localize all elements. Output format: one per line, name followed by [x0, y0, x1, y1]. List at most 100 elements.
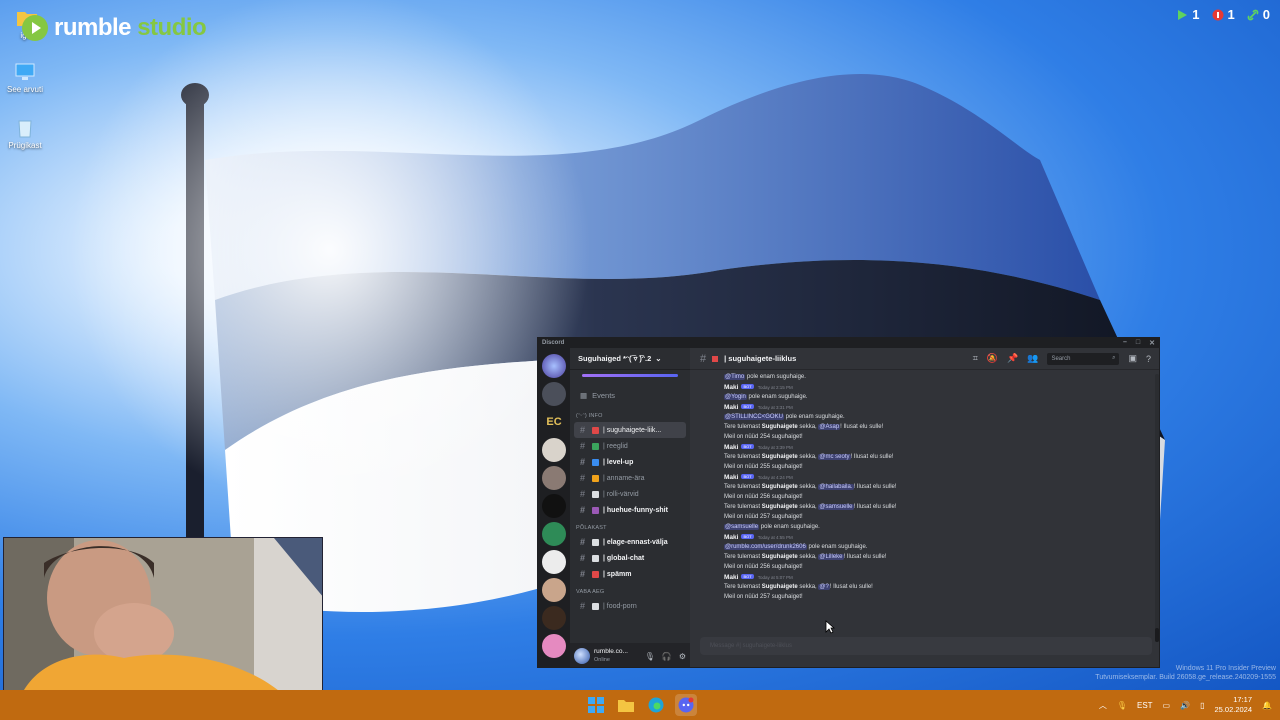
discord-titlebar: Discord – □ ✕ [538, 338, 1159, 348]
server-icon[interactable] [542, 522, 566, 546]
volume-icon[interactable]: 🔊 [1180, 701, 1190, 710]
server-icon[interactable] [542, 634, 566, 658]
server-icon[interactable] [542, 382, 566, 406]
message-author[interactable]: Maki [724, 404, 738, 411]
server-name-bold: Suguhaigete [761, 424, 798, 430]
play-icon [1178, 9, 1188, 20]
language-indicator[interactable]: EST [1137, 701, 1153, 710]
server-icon[interactable]: EC [542, 410, 566, 434]
message-author[interactable]: Maki [724, 444, 738, 451]
chevron-up-icon[interactable]: ︿ [1099, 700, 1107, 711]
message-author[interactable]: Maki [724, 384, 738, 391]
user-mention[interactable]: @samsuelle [724, 524, 760, 530]
guild-header[interactable]: Suguhaiged *ᵔ(͡ ▿ ͡)ᵔ.2 ⌄ [570, 348, 690, 370]
user-mention[interactable]: @rumble.com/user/drunk2606 [724, 544, 807, 550]
message-text: ! Ilusat elu sulle! [840, 424, 884, 430]
edge-icon[interactable] [645, 694, 667, 716]
desktop-icon-label: Prügikast [8, 141, 42, 150]
channel-emoji-icon [592, 554, 599, 562]
message-line: @Yogin pole enam suguhaige. [724, 392, 1153, 402]
channel-food-porn[interactable]: # | food-porn [574, 598, 686, 614]
user-mention[interactable]: @samsuelle [818, 504, 854, 510]
message-author[interactable]: Maki [724, 534, 738, 541]
message-input[interactable]: Message #| suguhaigete-liiklus [700, 637, 1152, 655]
maximize-icon[interactable]: □ [1136, 339, 1140, 347]
windows-start-icon[interactable] [585, 694, 607, 716]
message-text: pole enam suguhaige. [745, 374, 806, 380]
chat-scrollbar[interactable] [1155, 374, 1159, 642]
channel-level-up[interactable]: # | level-up [574, 454, 686, 470]
server-icon[interactable] [542, 354, 566, 378]
user-mention[interactable]: @Asap [818, 424, 841, 430]
headphones-icon[interactable]: 🎧 [662, 652, 672, 661]
events-item[interactable]: ▦ Events [570, 377, 690, 406]
minimize-icon[interactable]: – [1123, 339, 1127, 347]
channel-reeglid[interactable]: # | reeglid [574, 438, 686, 454]
message-timestamp: Today at 3:31 PM [757, 405, 793, 410]
scrollbar-thumb[interactable] [1155, 628, 1159, 642]
server-icon[interactable] [542, 466, 566, 490]
channel-header: # | suguhaigete-liiklus ⌗ 🔕 📌 👥 Search ⌕… [690, 348, 1159, 370]
search-input[interactable]: Search ⌕ [1047, 352, 1120, 365]
message-author[interactable]: Maki [724, 474, 738, 481]
user-mention[interactable]: @Timo [724, 374, 746, 380]
channel-spamm[interactable]: # | spämm [574, 566, 686, 582]
hash-icon: # [580, 553, 586, 563]
user-mention[interactable]: @? [818, 584, 830, 590]
message-text: Meil on nüüd 256 suguhaiget! [724, 564, 803, 570]
inbox-icon[interactable]: ▣ [1128, 353, 1137, 364]
threads-icon[interactable]: ⌗ [973, 353, 978, 364]
message-text: ! Ilusat elu sulle! [843, 554, 887, 560]
chevron-down-icon: ⌄ [655, 354, 662, 363]
channel-suguhaigete-liiklus[interactable]: # | suguhaigete-liik... [574, 422, 686, 438]
message-text: Meil on nüüd 255 suguhaiget! [724, 464, 803, 470]
close-icon[interactable]: ✕ [1149, 339, 1155, 347]
message-header: Maki BOT Today at 2:15 PM [724, 382, 1153, 392]
user-mention[interactable]: @hailabaila. [818, 484, 854, 490]
battery-icon[interactable]: ▯ [1200, 701, 1204, 710]
user-mention[interactable]: @mc seoty [818, 454, 851, 460]
desktop-icon-recycle-bin[interactable]: Prügikast [0, 118, 50, 150]
channel-emoji-icon [592, 602, 599, 610]
channel-global-chat[interactable]: # | global-chat [574, 550, 686, 566]
user-mention[interactable]: @Yogin [724, 394, 747, 400]
channel-category[interactable]: (ᵔᵕᵔ) INFO [570, 406, 690, 422]
user-mention[interactable]: @STILLINCC<GOKU [724, 414, 784, 420]
server-icon[interactable] [542, 606, 566, 630]
discord-icon[interactable] [675, 694, 697, 716]
microphone-icon[interactable]: 🎙 [1117, 701, 1127, 710]
server-icon[interactable] [542, 550, 566, 574]
message-author[interactable]: Maki [724, 574, 738, 581]
channel-anname-ara[interactable]: # | anname-ära [574, 470, 686, 486]
notification-bell-icon[interactable]: 🔕 [987, 353, 998, 364]
notification-bell-icon[interactable]: 🔔 [1262, 701, 1272, 710]
channel-huehue-funny-shit[interactable]: # | huehue-funny-shit [574, 502, 686, 518]
live-icon [1212, 9, 1224, 20]
message-text: Tere tulemast [724, 424, 762, 430]
channel-emoji-icon [592, 490, 599, 498]
members-icon[interactable]: 👥 [1027, 353, 1038, 364]
file-explorer-icon[interactable] [615, 694, 637, 716]
pin-icon[interactable]: 📌 [1007, 353, 1018, 364]
message-text: pole enam suguhaige. [759, 524, 820, 530]
server-icon[interactable] [542, 438, 566, 462]
channel-category[interactable]: PÕLAKAST [570, 518, 690, 534]
clock-time: 17:17 [1233, 695, 1253, 704]
clock-date: 25.02.2024 [1214, 705, 1253, 714]
channel-elage-ennast-valja[interactable]: # | elage-ennast-välja [574, 534, 686, 550]
gear-icon[interactable]: ⚙ [679, 652, 686, 661]
server-icon[interactable] [542, 494, 566, 518]
message-line: Meil on nüüd 254 suguhaiget! [724, 432, 1153, 442]
microphone-icon[interactable]: 🎙 [645, 652, 655, 661]
help-icon[interactable]: ? [1146, 354, 1151, 364]
server-icon[interactable] [542, 578, 566, 602]
avatar[interactable] [574, 648, 590, 664]
desktop-icon-this-pc[interactable]: See arvuti [0, 62, 50, 94]
channel-rolli-varvid[interactable]: # | rolli-värvid [574, 486, 686, 502]
clock[interactable]: 17:17 25.02.2024 [1214, 695, 1252, 715]
channel-category[interactable]: VABA AEG [570, 582, 690, 598]
hash-icon: # [580, 505, 586, 515]
message-text: Tere tulemast [724, 484, 762, 490]
network-icon[interactable]: ▭ [1163, 701, 1171, 710]
user-mention[interactable]: @Lilleke [818, 554, 844, 560]
